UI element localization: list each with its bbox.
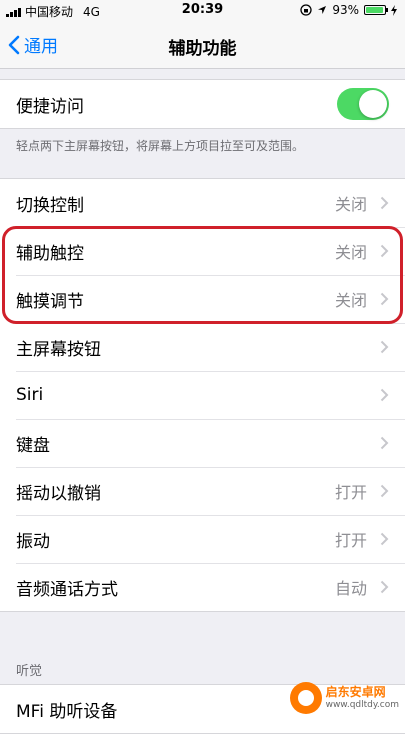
chevron-right-icon xyxy=(380,196,389,210)
chevron-right-icon xyxy=(380,532,389,546)
charging-icon xyxy=(391,4,397,16)
row-value: 自动 xyxy=(334,579,367,598)
chevron-right-icon xyxy=(380,340,389,354)
watermark-url: www.qdltdy.com xyxy=(325,699,399,710)
row-label: 音频通话方式 xyxy=(16,579,118,600)
battery-percent: 93% xyxy=(332,3,359,17)
orientation-lock-icon xyxy=(300,4,312,16)
watermark: 启东安卓网 www.qdltdy.com xyxy=(289,682,399,714)
setting-row-vibration[interactable]: 振动 打开 xyxy=(0,515,405,563)
page-title: 辅助功能 xyxy=(168,39,237,59)
reachability-footnote: 轻点两下主屏幕按钮，将屏幕上方项目拉至可及范围。 xyxy=(16,139,305,153)
toggle-knob xyxy=(359,90,387,118)
setting-row-siri[interactable]: Siri xyxy=(0,371,405,419)
section-header-hearing: 听觉 xyxy=(16,664,43,679)
row-label: 主屏幕按钮 xyxy=(16,339,101,360)
row-value: 打开 xyxy=(334,531,367,550)
watermark-logo-icon xyxy=(289,682,322,714)
setting-row-shake-to-undo[interactable]: 摇动以撤销 打开 xyxy=(0,467,405,515)
status-right: 93% xyxy=(300,3,397,17)
setting-row-switch-control[interactable]: 切换控制 关闭 xyxy=(0,179,405,227)
battery-icon xyxy=(364,5,388,15)
reachability-toggle[interactable] xyxy=(337,88,389,120)
location-icon xyxy=(318,6,327,14)
chevron-right-icon xyxy=(380,436,389,450)
chevron-right-icon xyxy=(380,388,389,402)
setting-row-call-audio-routing[interactable]: 音频通话方式 自动 xyxy=(0,563,405,611)
highlight-annotation xyxy=(2,226,403,324)
reachability-group: 便捷访问 xyxy=(0,79,405,129)
row-value: 关闭 xyxy=(334,195,367,214)
chevron-right-icon xyxy=(380,580,389,594)
row-label: 振动 xyxy=(16,531,50,552)
row-label: Siri xyxy=(16,385,44,405)
setting-row-home-button[interactable]: 主屏幕按钮 xyxy=(0,323,405,371)
setting-row-keyboard[interactable]: 键盘 xyxy=(0,419,405,467)
row-value: 打开 xyxy=(334,483,367,502)
navigation-bar: 通用 辅助功能 xyxy=(0,22,405,69)
reachability-row: 便捷访问 xyxy=(0,80,405,128)
reachability-label: 便捷访问 xyxy=(16,96,84,117)
watermark-name: 启东安卓网 xyxy=(325,685,386,700)
row-label: 切换控制 xyxy=(16,195,84,216)
row-label: 键盘 xyxy=(16,435,50,456)
row-label: MFi 助听设备 xyxy=(16,701,118,722)
chevron-right-icon xyxy=(380,484,389,498)
row-label: 摇动以撤销 xyxy=(16,483,101,504)
status-bar: 中国移动 4G 20:39 93% xyxy=(0,0,405,22)
